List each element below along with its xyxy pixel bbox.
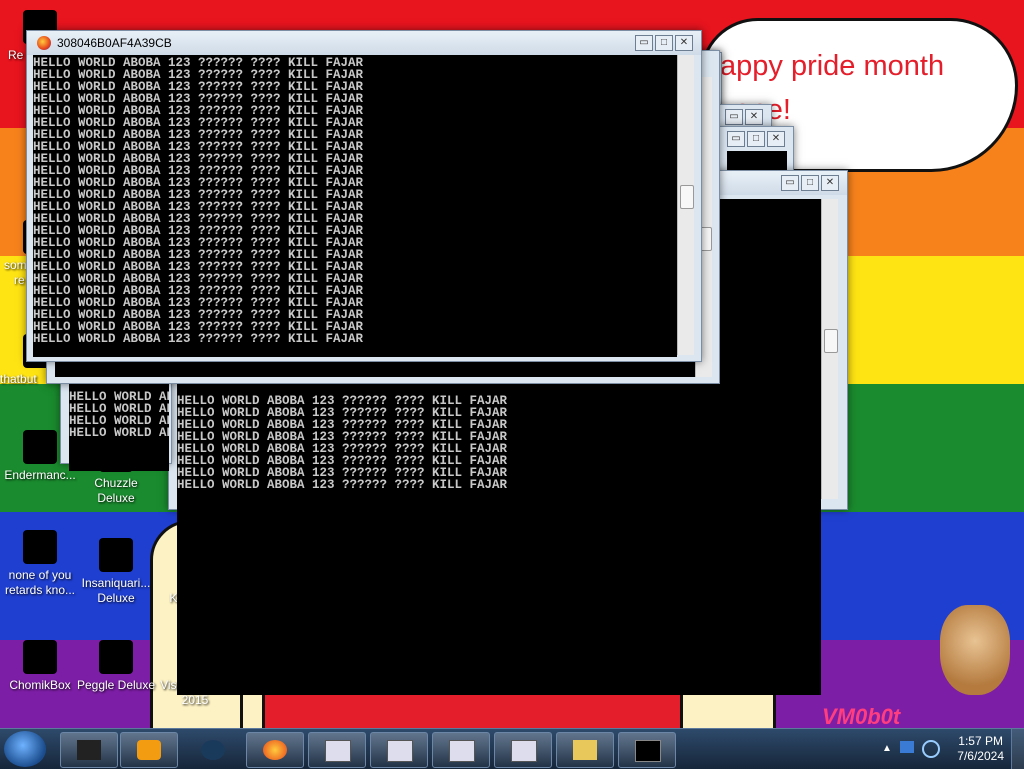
close-icon[interactable]: ✕	[767, 131, 785, 147]
console-line: HELLO WORLD ABOBA 123 ?????? ???? KILL F…	[33, 332, 364, 346]
hamster-image	[940, 605, 1010, 695]
speaker-icon[interactable]	[922, 740, 940, 758]
console-window-cascade[interactable]: HELLO WORLD ABOBA 123 ?????? ???? KILL F…	[60, 370, 172, 471]
window-icon	[449, 740, 475, 762]
close-icon[interactable]: ✕	[675, 35, 693, 51]
desktop-icon-firefox-shortcut[interactable]: none of you retards kno...	[0, 530, 80, 598]
console-scrollbar[interactable]	[677, 55, 694, 355]
window-titlebar[interactable]: 308046B0AF4A39CB ▭ □ ✕	[27, 31, 701, 55]
media-player-icon	[137, 740, 161, 760]
console-output: HELLO WORLD ABOBA 123 ?????? ???? KILL F…	[33, 55, 677, 357]
terminal-icon	[23, 430, 57, 464]
console-line: HELLO WORLD ABOBA 123 ?????? ???? KILL F…	[69, 426, 169, 440]
minimize-icon[interactable]: ▭	[727, 131, 745, 147]
system-tray: ▲ 1:57 PM 7/6/2024	[874, 729, 1024, 769]
taskbar-item-media-player[interactable]	[120, 732, 178, 768]
insaniquarium-icon	[99, 538, 133, 572]
desktop-icon-chomikbox[interactable]: ChomikBox	[0, 640, 80, 693]
taskbar-item-explorer[interactable]	[556, 732, 614, 768]
window-title: 308046B0AF4A39CB	[57, 36, 172, 50]
peggle-icon	[99, 640, 133, 674]
start-button[interactable]	[4, 731, 46, 767]
network-icon[interactable]	[900, 741, 914, 753]
firefox-icon	[37, 36, 51, 50]
scrollbar-thumb[interactable]	[680, 185, 694, 209]
scrollbar-thumb[interactable]	[824, 329, 838, 353]
window-icon	[387, 740, 413, 762]
taskbar-item-firefox[interactable]	[246, 732, 304, 768]
close-icon[interactable]: ✕	[821, 175, 839, 191]
watermark-text: VM0b0t	[822, 704, 901, 728]
firefox-icon	[23, 530, 57, 564]
taskbar-item-window-2[interactable]	[370, 732, 428, 768]
clock-time: 1:57 PM	[958, 734, 1003, 748]
taskbar-item-cmd[interactable]	[618, 732, 676, 768]
taskbar-item-globe[interactable]	[184, 732, 242, 768]
firefox-icon	[263, 740, 287, 760]
taskbar-item-window-1[interactable]	[308, 732, 366, 768]
desktop-icon-insaniquarium[interactable]: Insaniquari... Deluxe	[76, 538, 156, 606]
minimize-icon[interactable]: ▭	[781, 175, 799, 191]
globe-icon	[201, 740, 225, 760]
show-desktop-button[interactable]	[1011, 729, 1024, 769]
maximize-icon[interactable]: □	[747, 131, 765, 147]
console-scrollbar[interactable]	[821, 199, 838, 499]
clock[interactable]: 1:57 PM 7/6/2024	[957, 734, 1004, 764]
window-icon	[511, 740, 537, 762]
maximize-icon[interactable]: □	[655, 35, 673, 51]
taskbar-item-window-4[interactable]	[494, 732, 552, 768]
taskbar-item-terminal[interactable]	[60, 732, 118, 768]
taskbar: ▲ 1:57 PM 7/6/2024	[0, 728, 1024, 769]
taskbar-item-window-3[interactable]	[432, 732, 490, 768]
desktop-icon-peggle[interactable]: Peggle Deluxe	[76, 640, 156, 693]
minimize-icon[interactable]: ▭	[725, 109, 743, 125]
maximize-icon[interactable]: □	[801, 175, 819, 191]
chomikbox-icon	[23, 640, 57, 674]
tray-expand-icon[interactable]: ▲	[882, 743, 892, 754]
cmd-icon	[635, 740, 661, 762]
folder-icon	[573, 740, 597, 760]
close-icon[interactable]: ✕	[745, 109, 763, 125]
clock-date: 7/6/2024	[957, 749, 1004, 763]
minimize-icon[interactable]: ▭	[635, 35, 653, 51]
window-icon	[325, 740, 351, 762]
console-output: HELLO WORLD ABOBA 123 ?????? ???? KILL F…	[69, 377, 169, 471]
console-line: HELLO WORLD ABOBA 123 ?????? ???? KILL F…	[177, 478, 508, 492]
console-window-main[interactable]: 308046B0AF4A39CB ▭ □ ✕ HELLO WORLD ABOBA…	[26, 30, 702, 362]
terminal-icon	[77, 740, 101, 760]
